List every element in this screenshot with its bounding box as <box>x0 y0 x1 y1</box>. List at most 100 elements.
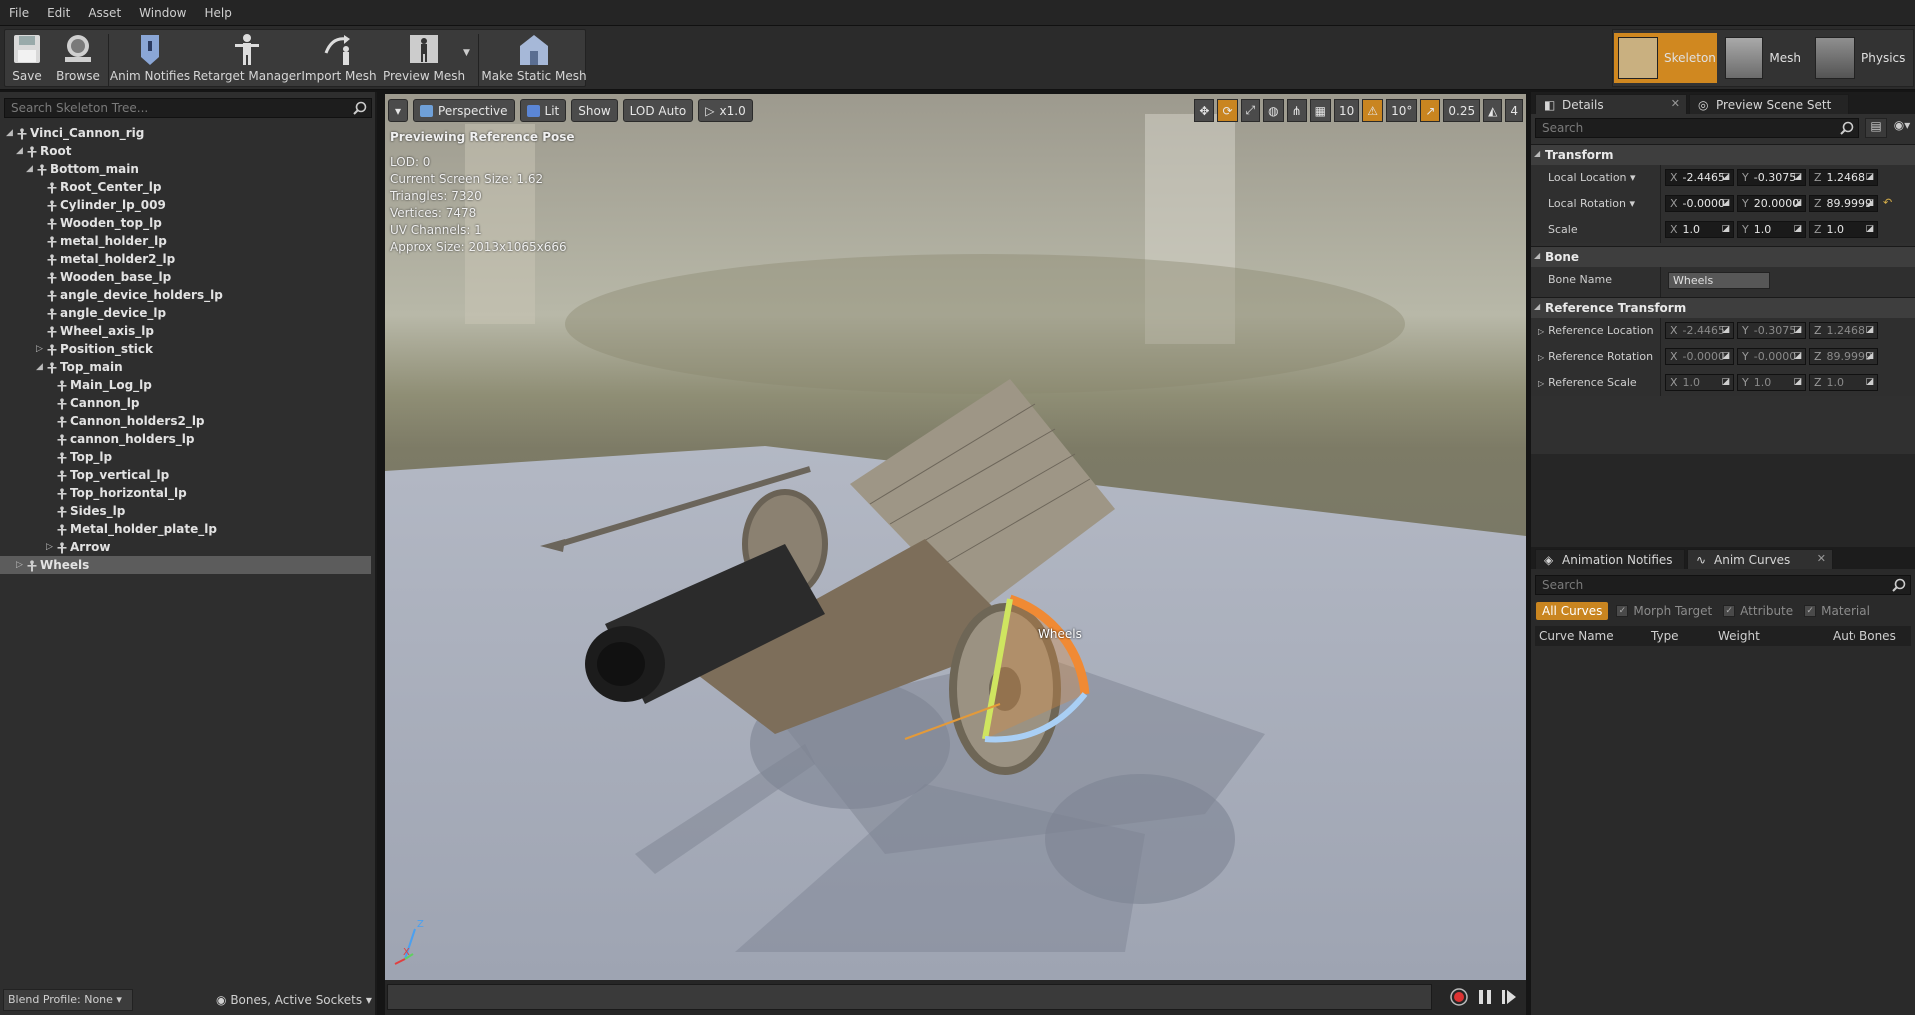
tree-node[interactable]: Main_Log_lp <box>0 376 377 394</box>
bone-name-field[interactable]: Wheels <box>1668 272 1770 289</box>
transform-section-header[interactable]: Transform <box>1531 144 1915 165</box>
tree-node[interactable]: Cannon_holders2_lp <box>0 412 377 430</box>
local-location-x[interactable]: X -2.4465 ◪ <box>1665 169 1734 186</box>
tree-node[interactable]: angle_device_lp <box>0 304 377 322</box>
tree-node[interactable]: metal_holder2_lp <box>0 250 377 268</box>
camera-speed-icon[interactable]: ◭ <box>1483 99 1503 122</box>
expand-arrow-icon[interactable]: ▷ <box>16 556 26 574</box>
local-rotation-label[interactable]: Local Rotation ▾ <box>1548 197 1635 210</box>
expand-arrow-icon[interactable]: ▷ <box>46 538 56 556</box>
tree-node[interactable]: ▷ Position_stick <box>0 340 377 358</box>
skeleton-tree-search[interactable]: Search Skeleton Tree... <box>4 98 372 118</box>
playback-speed-button[interactable]: ▷ x1.0 <box>698 99 753 122</box>
details-search[interactable]: Search <box>1535 118 1859 138</box>
local-rotation-z[interactable]: Z 89.9999 ◪ <box>1809 195 1878 212</box>
tree-node[interactable]: ◢ Vinci_Cannon_rig <box>0 124 377 142</box>
physics-mode-button[interactable]: Physics <box>1811 33 1913 83</box>
tree-node[interactable]: Wooden_base_lp <box>0 268 377 286</box>
attribute-checkbox[interactable]: ✓ Attribute <box>1723 604 1793 618</box>
local-location-label[interactable]: Local Location ▾ <box>1548 171 1636 184</box>
expand-arrow-icon[interactable]: ▷ <box>36 340 46 358</box>
grid-snap-value[interactable]: 10 <box>1334 99 1360 122</box>
tree-node[interactable]: Sides_lp <box>0 502 377 520</box>
tab-anim-curves[interactable]: ∿ Anim Curves ✕ <box>1687 549 1833 569</box>
column-bones[interactable]: Bones <box>1859 629 1896 643</box>
camera-speed-value[interactable]: 4 <box>1505 99 1523 122</box>
menu-edit[interactable]: Edit <box>38 6 79 20</box>
show-button[interactable]: Show <box>571 99 618 122</box>
tree-node[interactable]: ◢ Bottom_main <box>0 160 377 178</box>
blend-profile-dropdown[interactable]: Blend Profile: None ▾ <box>3 989 133 1011</box>
lod-button[interactable]: LOD Auto <box>622 99 694 122</box>
surface-snap-icon[interactable]: ⋔ <box>1286 99 1307 122</box>
pause-icon[interactable] <box>1475 987 1495 1007</box>
tab-animation-notifies[interactable]: ◈ Animation Notifies <box>1535 549 1685 569</box>
local-location-z[interactable]: Z 1.2468 ◪ <box>1809 169 1878 186</box>
collapse-arrow-icon[interactable]: ◢ <box>6 124 16 142</box>
close-icon[interactable]: ✕ <box>1817 552 1826 565</box>
lit-button[interactable]: Lit <box>519 99 567 122</box>
tree-node[interactable]: cannon_holders_lp <box>0 430 377 448</box>
tree-node[interactable]: ▷ Wheels <box>0 556 371 574</box>
tree-node[interactable]: Root_Center_lp <box>0 178 377 196</box>
reference-location-label[interactable]: ▷ Reference Location <box>1538 324 1654 337</box>
reference-scale-label[interactable]: ▷ Reference Scale <box>1538 376 1637 389</box>
menu-help[interactable]: Help <box>195 6 240 20</box>
local-location-y[interactable]: Y -0.3075 ◪ <box>1737 169 1806 186</box>
menu-asset[interactable]: Asset <box>79 6 130 20</box>
view-options-icon[interactable]: ◉▾ <box>1890 118 1914 138</box>
anim-curves-search[interactable]: Search <box>1535 575 1911 595</box>
material-checkbox[interactable]: ✓ Material <box>1804 604 1870 618</box>
column-curve-name[interactable]: Curve Name <box>1539 629 1614 643</box>
collapse-arrow-icon[interactable]: ◢ <box>16 142 26 160</box>
rotate-icon[interactable]: ⟳ <box>1217 99 1238 122</box>
scale-x[interactable]: X 1.0 ◪ <box>1665 221 1734 238</box>
tree-node[interactable]: Cylinder_lp_009 <box>0 196 377 214</box>
translate-icon[interactable]: ✥ <box>1194 99 1215 122</box>
local-rotation-x[interactable]: X -0.0000 ◪ <box>1665 195 1734 212</box>
tree-node[interactable]: angle_device_holders_lp <box>0 286 377 304</box>
property-matrix-icon[interactable]: ▤ <box>1865 118 1887 138</box>
morph-target-checkbox[interactable]: ✓ Morph Target <box>1616 604 1712 618</box>
menu-file[interactable]: File <box>0 6 38 20</box>
timeline-bar[interactable] <box>387 984 1432 1010</box>
perspective-button[interactable]: Perspective <box>413 99 515 122</box>
step-forward-icon[interactable] <box>1499 987 1519 1007</box>
column-weight[interactable]: Weight <box>1718 629 1760 643</box>
preview-mesh-dropdown-icon[interactable]: ▼ <box>463 48 470 58</box>
menu-window[interactable]: Window <box>130 6 195 20</box>
scale-y[interactable]: Y 1.0 ◪ <box>1737 221 1806 238</box>
tree-node[interactable]: Top_horizontal_lp <box>0 484 377 502</box>
tree-node[interactable]: ◢ Root <box>0 142 377 160</box>
mesh-mode-button[interactable]: Mesh <box>1721 33 1801 83</box>
tree-node[interactable]: ▷ Arrow <box>0 538 377 556</box>
save-button[interactable]: Save <box>7 30 47 88</box>
tree-node[interactable]: metal_holder_lp <box>0 232 377 250</box>
tree-node[interactable]: Top_lp <box>0 448 377 466</box>
collapse-arrow-icon[interactable]: ◢ <box>36 358 46 376</box>
tab-details[interactable]: ◧ Details ✕ <box>1535 94 1687 114</box>
make-static-mesh-button[interactable]: Make Static Mesh <box>481 30 587 88</box>
retarget-manager-button[interactable]: Retarget Manager <box>193 30 301 88</box>
tree-node[interactable]: Metal_holder_plate_lp <box>0 520 377 538</box>
bone-section-header[interactable]: Bone <box>1531 246 1915 267</box>
reset-to-default-icon[interactable]: ↶ <box>1883 196 1892 209</box>
record-icon[interactable] <box>1449 987 1469 1007</box>
scale-z[interactable]: Z 1.0 ◪ <box>1809 221 1878 238</box>
viewport[interactable]: Z X Wheels ▾ Perspective Lit Show LOD Au… <box>385 94 1526 980</box>
viewport-options-dropdown[interactable]: ▾ <box>388 99 409 122</box>
skeleton-mode-button[interactable]: Skeleton <box>1614 33 1717 83</box>
browse-button[interactable]: Browse <box>53 30 103 88</box>
tab-preview-scene[interactable]: ◎ Preview Scene Sett <box>1689 94 1849 114</box>
world-local-icon[interactable]: ◍ <box>1263 99 1284 122</box>
rotation-snap-icon[interactable]: ⚠ <box>1362 99 1384 122</box>
grid-snap-icon[interactable]: ▦ <box>1309 99 1332 122</box>
reference-rotation-label[interactable]: ▷ Reference Rotation <box>1538 350 1653 363</box>
local-rotation-y[interactable]: Y 20.0000 ◪ <box>1737 195 1806 212</box>
tree-node[interactable]: ◢ Top_main <box>0 358 377 376</box>
tree-node[interactable]: Wooden_top_lp <box>0 214 377 232</box>
scale-snap-value[interactable]: 0.25 <box>1443 99 1481 122</box>
all-curves-button[interactable]: All Curves <box>1536 601 1609 620</box>
column-type[interactable]: Type <box>1651 629 1679 643</box>
tree-node[interactable]: Cannon_lp <box>0 394 377 412</box>
